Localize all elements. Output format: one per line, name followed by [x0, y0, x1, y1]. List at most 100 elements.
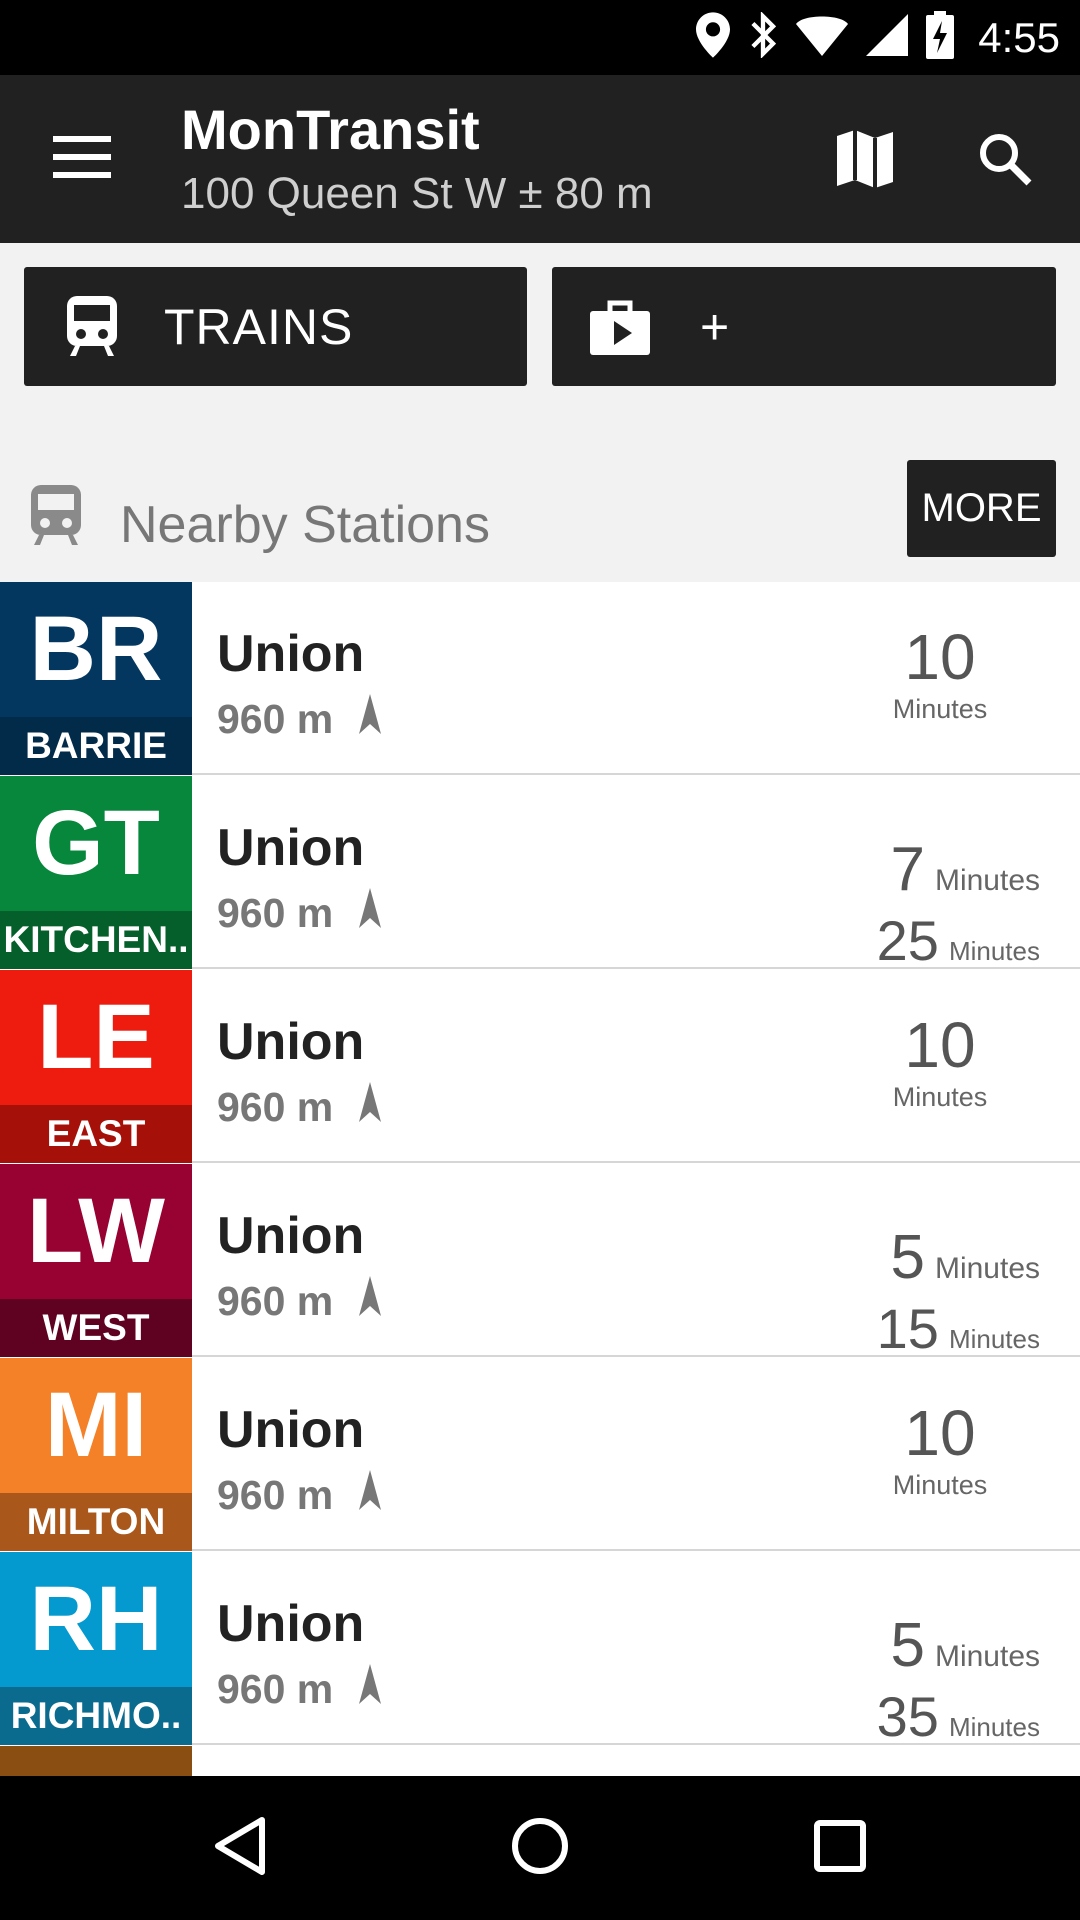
search-icon [977, 131, 1033, 192]
back-triangle-icon [212, 1816, 268, 1881]
time-unit: Minutes [948, 1712, 1040, 1742]
time-unit: Minutes [948, 1324, 1040, 1354]
route-code: GT [0, 776, 192, 911]
time-value: 35 [876, 1685, 939, 1748]
time-unit: Minutes [948, 936, 1040, 966]
arrival-time: 7 Minutes [780, 834, 1040, 905]
back-button[interactable] [195, 1808, 285, 1888]
stop-name: Union [217, 1595, 365, 1653]
signal-icon [866, 14, 909, 61]
time-value: 5 [890, 1611, 925, 1680]
battery-charging-icon [926, 11, 955, 64]
system-nav-bar [0, 1776, 1080, 1920]
add-agency-button[interactable]: + [552, 267, 1056, 386]
route-line-name: KITCHEN.. [0, 911, 192, 969]
arrival-time: 25 Minutes [780, 908, 1040, 973]
compass-arrow-icon [359, 1082, 382, 1132]
route-line-name: WEST [0, 1299, 192, 1357]
list-item[interactable]: GT KITCHEN.. Union 960 m 7 Minutes 25 Minu… [0, 776, 1080, 972]
route-code: LE [0, 970, 192, 1105]
arrival-time: 5 Minutes [780, 1610, 1040, 1681]
stop-distance: 960 m [217, 695, 334, 742]
app-title: MonTransit [181, 98, 480, 161]
time-unit: Minutes [892, 1470, 988, 1500]
time-unit: Minutes [934, 1252, 1040, 1285]
route-line-name: RICHMO.. [0, 1687, 192, 1745]
stop-name: Union [217, 1401, 365, 1459]
route-badge: RH RICHMO.. [0, 1552, 192, 1745]
search-button[interactable] [960, 119, 1050, 203]
trains-filter-button[interactable]: TRAINS [24, 267, 527, 386]
section-title: Nearby Stations [120, 496, 490, 554]
stop-name: Union [217, 1013, 365, 1071]
train-icon [52, 287, 132, 367]
list-item[interactable]: LW WEST Union 960 m 5 Minutes 15 Minutes [0, 1164, 1080, 1360]
station-list: BR BARRIE Union 960 m 10 Minutes GT KITC… [0, 582, 1080, 1776]
arrival-time: 35 Minutes [780, 1684, 1040, 1749]
route-code: RH [0, 1552, 192, 1687]
time-value: 7 [890, 835, 925, 904]
more-button[interactable]: MORE [907, 460, 1056, 557]
route-code: MI [0, 1358, 192, 1493]
compass-arrow-icon [359, 694, 382, 744]
recents-square-icon [812, 1818, 868, 1879]
route-badge: LE EAST [0, 970, 192, 1163]
route-line-name: EAST [0, 1105, 192, 1163]
compass-arrow-icon [359, 1664, 382, 1714]
arrival-time: 5 Minutes [780, 1222, 1040, 1293]
compass-arrow-icon [359, 1276, 382, 1326]
status-bar: 4:55 [0, 0, 1080, 75]
time-value: 25 [876, 909, 939, 972]
time-value: 5 [890, 1223, 925, 1292]
list-item[interactable]: BR BARRIE Union 960 m 10 Minutes [0, 582, 1080, 775]
route-badge: BR BARRIE [0, 582, 192, 775]
list-item[interactable]: LE EAST Union 960 m 10 Minutes [0, 970, 1080, 1163]
time-unit: Minutes [892, 1082, 988, 1112]
time-value: 15 [876, 1297, 939, 1360]
trains-filter-label: TRAINS [164, 298, 354, 355]
hamburger-menu-icon [53, 135, 111, 183]
time-value: 10 [904, 1397, 976, 1469]
store-bag-icon [580, 287, 660, 367]
menu-button[interactable] [40, 119, 124, 199]
next-route-badge-partial [0, 1746, 192, 1776]
route-code: LW [0, 1164, 192, 1299]
arrival-time: 15 Minutes [780, 1296, 1040, 1361]
stop-distance: 960 m [217, 1083, 334, 1130]
map-icon [837, 129, 893, 193]
route-badge: MI MILTON [0, 1358, 192, 1551]
recents-button[interactable] [795, 1808, 885, 1888]
stop-distance: 960 m [217, 1471, 334, 1518]
list-item[interactable]: MI MILTON Union 960 m 10 Minutes [0, 1358, 1080, 1551]
nearby-stations-header: Nearby Stations MORE [0, 440, 1080, 582]
time-unit: Minutes [934, 1640, 1040, 1673]
home-button[interactable] [495, 1808, 585, 1888]
stop-distance: 960 m [217, 1277, 334, 1324]
time-value: 10 [904, 1009, 976, 1081]
train-icon [30, 485, 90, 553]
compass-arrow-icon [359, 1470, 382, 1520]
location-subtitle: 100 Queen St W ± 80 m [181, 169, 653, 218]
add-label: + [700, 298, 731, 355]
time-unit: Minutes [934, 864, 1040, 897]
stop-distance: 960 m [217, 889, 334, 936]
stop-name: Union [217, 819, 365, 877]
route-line-name: MILTON [0, 1493, 192, 1551]
route-badge: GT KITCHEN.. [0, 776, 192, 969]
location-icon [696, 12, 731, 63]
time-value: 10 [904, 621, 976, 693]
route-code: BR [0, 582, 192, 717]
arrival-time: 10 Minutes [840, 1010, 1040, 1114]
app-bar: MonTransit 100 Queen St W ± 80 m [0, 75, 1080, 243]
wifi-icon [796, 14, 849, 61]
stop-name: Union [217, 625, 365, 683]
arrival-time: 10 Minutes [840, 622, 1040, 726]
stop-distance: 960 m [217, 1665, 334, 1712]
stop-name: Union [217, 1207, 365, 1265]
time-unit: Minutes [892, 694, 988, 724]
clock: 4:55 [978, 13, 1060, 61]
compass-arrow-icon [359, 888, 382, 938]
arrival-time: 10 Minutes [840, 1398, 1040, 1502]
list-item[interactable]: RH RICHMO.. Union 960 m 5 Minutes 35 Minut… [0, 1552, 1080, 1748]
map-button[interactable] [820, 119, 910, 203]
